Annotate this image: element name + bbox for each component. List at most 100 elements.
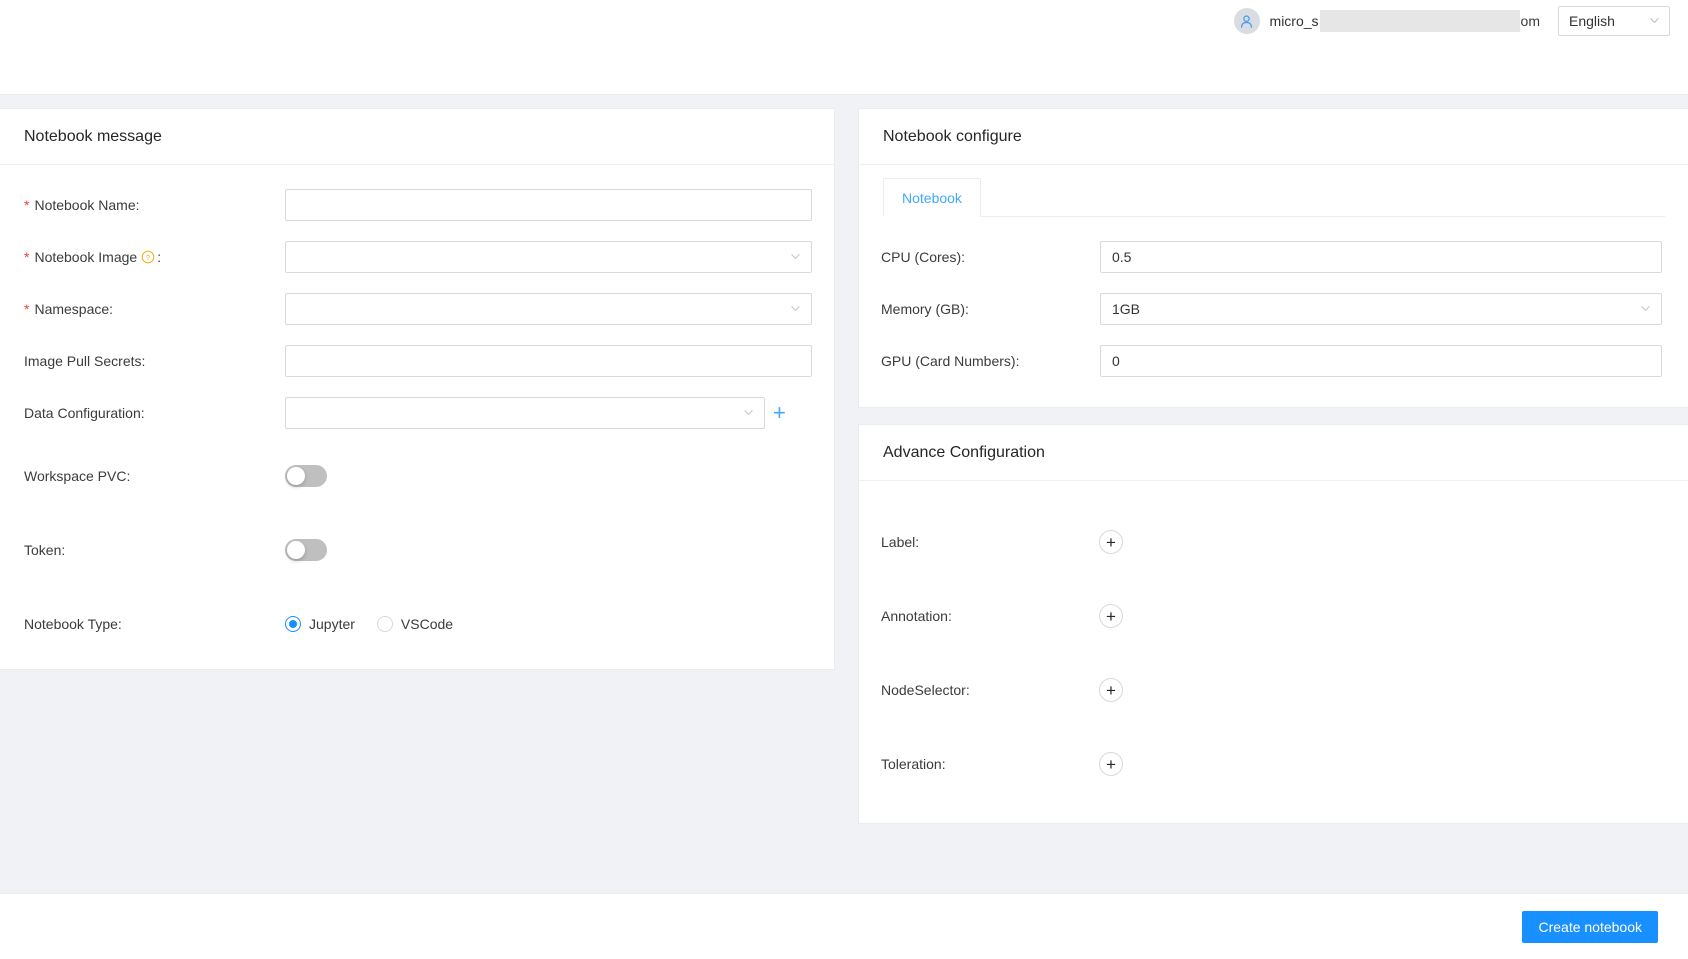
user-name-suffix: om [1521,13,1540,29]
toggle-knob [287,467,305,485]
form-row-notebook-image: * Notebook Image ? : [0,231,834,283]
image-pull-secrets-input[interactable] [285,345,812,377]
configure-tab-bar: Notebook [883,177,1665,217]
panel-title: Notebook message [24,128,162,146]
memory-select[interactable]: 1GB [1100,293,1662,325]
chevron-down-icon [1640,301,1651,317]
radio-label: Jupyter [309,616,355,632]
panel-title: Notebook configure [883,128,1022,146]
language-select[interactable]: English [1558,6,1670,36]
label-token: Token: [24,542,65,558]
page-root: micro_s om English Notebook message [0,0,1688,959]
advance-configuration-body: Label: + Annotation: + NodeSelector: + T… [859,481,1688,495]
required-marker: * [24,302,29,316]
label-text: CPU (Cores) [881,249,961,265]
label-text: Workspace PVC [24,468,126,484]
create-notebook-button[interactable]: Create notebook [1522,911,1658,943]
tab-notebook[interactable]: Notebook [883,178,981,217]
namespace-select[interactable] [285,293,812,325]
label-notebook-type: Notebook Type: [24,616,122,632]
label-text: Image Pull Secrets [24,353,142,369]
label-text: Notebook Name [34,197,135,213]
label-text: Data Configuration [24,405,141,421]
label-image-pull-secrets: Image Pull Secrets: [24,353,145,369]
advance-configuration-header: Advance Configuration [859,425,1688,481]
token-toggle[interactable] [285,539,327,561]
form-row-data-configuration: Data Configuration: + [0,387,834,439]
data-configuration-select[interactable] [285,397,765,429]
label-text: Toleration [881,756,942,772]
add-annotation-button[interactable]: + [1099,604,1123,628]
cpu-value: 0.5 [1112,249,1131,265]
label-data-configuration: Data Configuration: [24,405,145,421]
chevron-down-icon [790,301,801,317]
svg-text:?: ? [146,253,150,262]
chevron-down-icon [1649,13,1660,29]
label-nodeselector: NodeSelector: [881,682,970,698]
label-text: Notebook Image [34,249,137,265]
advance-configuration-panel: Advance Configuration Label: + Annotatio… [858,424,1688,824]
workspace-pvc-toggle[interactable] [285,465,327,487]
top-header-bar: micro_s om English [0,0,1688,95]
label-text: Annotation [881,608,948,624]
toggle-knob [287,541,305,559]
radio-indicator [377,616,393,632]
notebook-image-select[interactable] [285,241,812,273]
memory-value: 1GB [1112,301,1140,317]
user-name-redaction [1320,10,1520,32]
notebook-configure-body: Notebook CPU (Cores): 0.5 Memory (GB): 1… [859,165,1688,408]
language-select-value: English [1569,13,1615,29]
notebook-name-input[interactable] [285,189,812,221]
label-notebook-image: * Notebook Image ? : [24,249,161,265]
cpu-input[interactable]: 0.5 [1100,241,1662,273]
notebook-configure-panel: Notebook configure Notebook CPU (Cores):… [858,108,1688,408]
form-row-memory: Memory (GB): 1GB [859,283,1688,335]
add-nodeselector-button[interactable]: + [1099,678,1123,702]
label-text: Label [881,534,915,550]
notebook-message-header: Notebook message [0,109,834,165]
required-marker: * [24,198,29,212]
add-label-button[interactable]: + [1099,530,1123,554]
label-gpu: GPU (Card Numbers): [881,353,1019,369]
form-row-notebook-name: * Notebook Name: [0,179,834,231]
gpu-input[interactable]: 0 [1100,345,1662,377]
chevron-down-icon [743,405,754,421]
form-row-annotation: Annotation: + [859,579,1688,653]
tab-label: Notebook [902,190,962,206]
label-text: Token [24,542,61,558]
add-data-configuration-button[interactable]: + [773,402,786,424]
user-name-prefix: micro_s [1270,13,1319,29]
radio-option-jupyter[interactable]: Jupyter [285,616,355,632]
radio-label: VSCode [401,616,453,632]
label-toleration: Toleration: [881,756,946,772]
form-row-toleration: Toleration: + [859,727,1688,801]
form-row-label: Label: + [859,505,1688,579]
header-right-cluster: micro_s om English [1234,6,1670,36]
label-text: NodeSelector [881,682,966,698]
gpu-value: 0 [1112,353,1120,369]
form-row-nodeselector: NodeSelector: + [859,653,1688,727]
form-row-notebook-type: Notebook Type: Jupyter VSCode [0,587,834,661]
radio-option-vscode[interactable]: VSCode [377,616,453,632]
notebook-type-radio-group: Jupyter VSCode [285,616,453,632]
form-row-cpu: CPU (Cores): 0.5 [859,231,1688,283]
label-text: Memory (GB) [881,301,965,317]
form-row-image-pull-secrets: Image Pull Secrets: [0,335,834,387]
label-annotation: Annotation: [881,608,952,624]
radio-indicator [285,616,301,632]
help-question-icon[interactable]: ? [141,250,155,264]
footer-action-bar: Create notebook [0,893,1688,959]
label-text: Namespace [34,301,109,317]
label-cpu: CPU (Cores): [881,249,965,265]
notebook-configure-header: Notebook configure [859,109,1688,165]
panel-title: Advance Configuration [883,444,1045,462]
notebook-message-body: * Notebook Name: * Notebook Image ? [0,165,834,661]
form-row-gpu: GPU (Card Numbers): 0 [859,335,1688,387]
user-account-label[interactable]: micro_s om [1270,10,1540,32]
label-workspace-pvc: Workspace PVC: [24,468,130,484]
form-row-namespace: * Namespace: [0,283,834,335]
label-namespace: * Namespace: [24,301,113,317]
required-marker: * [24,250,29,264]
add-toleration-button[interactable]: + [1099,752,1123,776]
form-row-token: Token: [0,513,834,587]
